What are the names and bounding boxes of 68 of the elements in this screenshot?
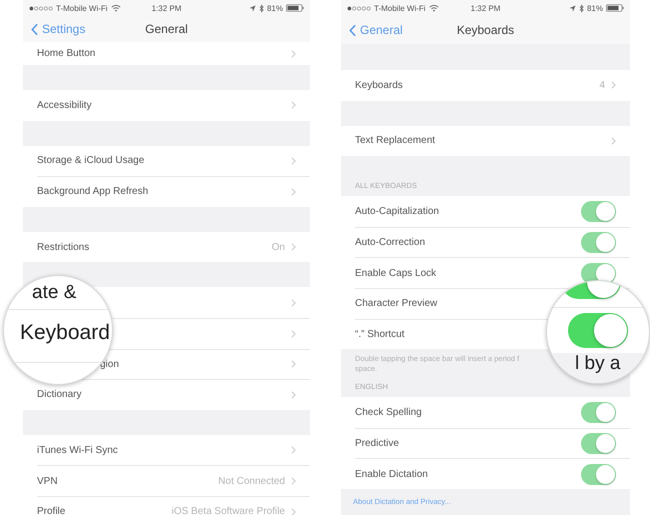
toggle-switch[interactable] [581, 433, 616, 454]
bluetooth-icon [258, 4, 264, 12]
chevron-icon[interactable] [291, 156, 296, 165]
signal-icon [347, 6, 371, 10]
chevron-icon[interactable] [291, 50, 296, 58]
carrier-name: T-Mobile Wi-Fi [374, 4, 426, 12]
chevron-icon[interactable] [291, 477, 296, 486]
chevron-icon[interactable] [291, 390, 296, 399]
row-label[interactable]: Check Spelling [355, 406, 422, 418]
row-label[interactable]: VPN [37, 476, 58, 487]
row-label[interactable]: “.” Shortcut [355, 328, 404, 340]
row-label[interactable]: Background App Refresh [37, 186, 148, 198]
row-value: iOS Beta Software Profile [172, 506, 285, 515]
row-label[interactable]: Dictionary [37, 389, 82, 400]
row-label[interactable]: Storage & iCloud Usage [37, 155, 144, 166]
chevron-icon[interactable] [291, 330, 296, 338]
battery-icon [606, 4, 624, 12]
signal-icon [29, 6, 53, 10]
magnified-text: ate & [32, 282, 76, 304]
row-label[interactable]: Keyboards [355, 80, 403, 91]
toggle-switch[interactable] [568, 313, 628, 348]
status-time: 1:32 PM [152, 4, 182, 12]
chevron-icon[interactable] [291, 446, 296, 454]
toggle-switch[interactable] [581, 200, 616, 222]
location-icon [568, 4, 576, 12]
magnified-text: Keyboard [20, 321, 110, 345]
battery-percent: 81% [266, 4, 283, 12]
row-label[interactable]: Profile [37, 506, 66, 515]
row-label[interactable]: Predictive [355, 438, 399, 450]
row-label[interactable]: Restrictions [37, 242, 90, 253]
row-label[interactable]: Character Preview [355, 298, 438, 310]
bluetooth-icon [578, 4, 584, 12]
chevron-icon[interactable] [291, 360, 296, 368]
row-label[interactable]: gion [100, 358, 119, 370]
row-label[interactable]: Text Replacement [355, 135, 436, 146]
toggle-switch[interactable] [581, 402, 616, 423]
row-label[interactable]: Auto-Correction [355, 237, 426, 248]
nav-title: Keyboards [456, 23, 514, 37]
toggle-switch[interactable] [581, 464, 616, 485]
chevron-icon[interactable] [611, 81, 616, 90]
row-value: Not Connected [218, 476, 285, 487]
toggle-switch[interactable] [581, 262, 616, 284]
row-label[interactable]: Enable Caps Lock [355, 268, 436, 279]
carrier-name: T-Mobile Wi-Fi [56, 4, 108, 12]
chevron-icon[interactable] [291, 298, 296, 307]
row-value: 4 [599, 80, 605, 91]
row-value: On [272, 242, 285, 253]
chevron-icon[interactable] [291, 508, 296, 515]
chevron-icon[interactable] [611, 136, 616, 145]
row-label[interactable]: Accessibility [37, 100, 92, 111]
chevron-icon[interactable] [291, 101, 296, 110]
back-chevron-icon [31, 22, 38, 36]
row-label[interactable]: Auto-Capitalization [355, 206, 439, 217]
row-label[interactable]: Enable Dictation [355, 468, 428, 480]
chevron-icon[interactable] [291, 243, 296, 252]
toggle-switch[interactable] [581, 232, 616, 254]
row-label[interactable]: Home Button [37, 48, 96, 59]
battery-icon [286, 4, 304, 12]
location-icon [248, 4, 256, 12]
status-time: 1:32 PM [470, 4, 500, 12]
row-label[interactable]: iTunes Wi-Fi Sync [37, 444, 118, 456]
back-chevron-icon [349, 24, 356, 36]
nav-title: General [145, 22, 188, 36]
battery-percent: 81% [586, 4, 603, 12]
chevron-icon[interactable] [291, 188, 296, 196]
magnified-text: l by a [575, 353, 620, 375]
wifi-icon [428, 4, 439, 12]
wifi-icon [110, 4, 121, 12]
